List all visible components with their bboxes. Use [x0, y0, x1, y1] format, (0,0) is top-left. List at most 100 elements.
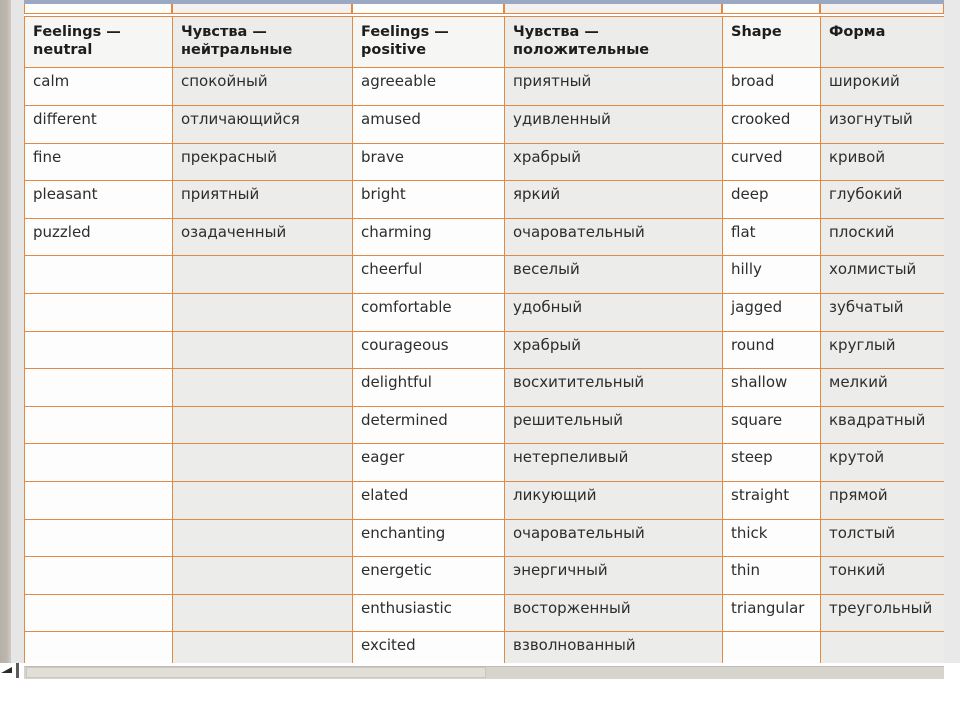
table-cell-empty [172, 518, 353, 558]
table-cell-empty [172, 593, 353, 633]
table-cell: яркий [504, 180, 723, 219]
table-cell: hilly [722, 255, 821, 294]
table-cell: взволнованный [504, 631, 723, 663]
table-cell: triangular [722, 593, 821, 633]
column-header-line2: positive [361, 41, 427, 58]
clipped-cell [722, 4, 820, 14]
column-header-line1: Форма [829, 24, 886, 40]
table-cell-empty [24, 480, 173, 520]
table-cell: excited [352, 631, 505, 663]
table-cell: enchanting [352, 518, 505, 558]
table-row: fine прекрасный brave храбрый curved кривой [24, 142, 944, 182]
table-cell: тонкий [820, 556, 944, 595]
table-cell: плоский [820, 217, 944, 257]
vertical-scrollbar-track[interactable] [11, 0, 24, 663]
table-cell-empty [172, 368, 353, 407]
column-header-feelings-neutral[interactable]: Feelings — neutral [24, 15, 173, 69]
screenshot-root: Feelings — neutral Чувства — нейтральные Fee… [0, 0, 960, 720]
horizontal-scrollbar-thumb[interactable] [26, 667, 486, 678]
table-cell-empty [172, 330, 353, 370]
column-header-forma[interactable]: Форма [820, 15, 944, 69]
table-body: calm спокойный agreeable приятный broad широк… [24, 67, 944, 663]
table-row: determined решительный square квадратный [24, 405, 944, 445]
table-cell: bright [352, 180, 505, 219]
table-cell: очаровательный [504, 217, 723, 257]
column-header-line2-empty [829, 42, 937, 60]
table-cell: решительный [504, 405, 723, 445]
table-cell: спокойный [172, 67, 353, 106]
table-cell-empty [24, 443, 173, 482]
table-row: different отличающийся amused удивленный cro… [24, 104, 944, 144]
table-row: pleasant приятный bright яркий deep глубокий [24, 180, 944, 219]
table-cell-empty [172, 292, 353, 332]
table-cell: холмистый [820, 255, 944, 294]
table-cell: изогнутый [820, 104, 944, 144]
column-header-shape[interactable]: Shape [722, 15, 821, 69]
table-row: calm спокойный agreeable приятный broad широк… [24, 67, 944, 106]
table-cell: круглый [820, 330, 944, 370]
table-cell-empty [722, 631, 821, 663]
table-row: eager нетерпеливый steep крутой [24, 443, 944, 482]
clipped-row-above [24, 4, 944, 14]
table-cell-empty [24, 405, 173, 445]
table-cell-empty [24, 593, 173, 633]
table-cell: широкий [820, 67, 944, 106]
table-cell: straight [722, 480, 821, 520]
table-row: enchanting очаровательный thick толстый [24, 518, 944, 558]
table-cell: fine [24, 142, 173, 182]
table-cell: shallow [722, 368, 821, 407]
table-cell: pleasant [24, 180, 173, 219]
table-cell: jagged [722, 292, 821, 332]
scroll-left-button[interactable] [0, 664, 14, 680]
table-cell: flat [722, 217, 821, 257]
column-header-chuvstva-neutral[interactable]: Чувства — нейтральные [172, 15, 353, 69]
column-header-feelings-positive[interactable]: Feelings — positive [352, 15, 505, 69]
table-cell: удивленный [504, 104, 723, 144]
clipped-cell [352, 4, 504, 14]
table-cell: thick [722, 518, 821, 558]
table-cell-empty [172, 255, 353, 294]
column-header-chuvstva-positive[interactable]: Чувства — положительные [504, 15, 723, 69]
table-row: cheerful веселый hilly холмистый [24, 255, 944, 294]
right-margin-strip [944, 0, 960, 663]
table-cell: thin [722, 556, 821, 595]
table-cell: приятный [504, 67, 723, 106]
table-cell-empty [172, 405, 353, 445]
table-cell: puzzled [24, 217, 173, 257]
column-header-line2: neutral [33, 41, 93, 58]
table-cell: глубокий [820, 180, 944, 219]
table-row: excited взволнованный [24, 631, 944, 663]
table-cell: charming [352, 217, 505, 257]
table-cell-empty [172, 443, 353, 482]
clipped-cell [172, 4, 352, 14]
vocabulary-table: Feelings — neutral Чувства — нейтральные Fee… [24, 15, 944, 663]
document-page: Feelings — neutral Чувства — нейтральные Fee… [24, 4, 944, 663]
table-cell: нетерпеливый [504, 443, 723, 482]
table-cell: веселый [504, 255, 723, 294]
table-cell: eager [352, 443, 505, 482]
table-row: enthusiastic восторженный triangular треуго… [24, 593, 944, 633]
table-cell-empty [24, 330, 173, 370]
column-header-line1: Чувства — [513, 24, 599, 40]
table-cell: brave [352, 142, 505, 182]
table-cell: elated [352, 480, 505, 520]
column-header-line1: Чувства — [181, 24, 267, 40]
table-row: energetic энергичный thin тонкий [24, 556, 944, 595]
table-cell: enthusiastic [352, 593, 505, 633]
table-cell: cheerful [352, 255, 505, 294]
table-cell: deep [722, 180, 821, 219]
scrollbar-grip-icon [16, 663, 19, 678]
column-header-line2-empty [731, 42, 813, 60]
table-cell-empty [820, 631, 944, 663]
table-cell: square [722, 405, 821, 445]
table-cell-empty [24, 556, 173, 595]
table-cell: кривой [820, 142, 944, 182]
table-cell-empty [24, 368, 173, 407]
table-cell: прямой [820, 480, 944, 520]
table-cell-empty [24, 518, 173, 558]
table-cell: comfortable [352, 292, 505, 332]
table-row: elated ликующий straight прямой [24, 480, 944, 520]
table-row: puzzled озадаченный charming очаровательный… [24, 217, 944, 257]
table-cell: толстый [820, 518, 944, 558]
table-cell: different [24, 104, 173, 144]
